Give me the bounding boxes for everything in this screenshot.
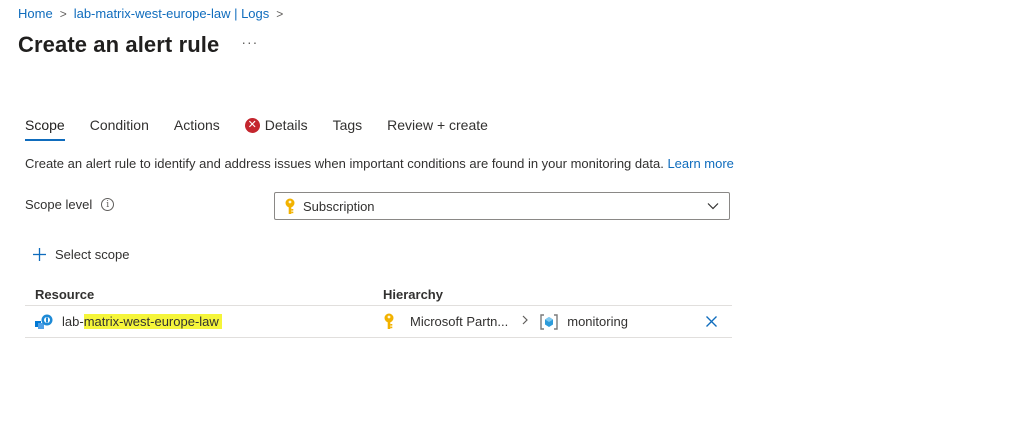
breadcrumb-separator: >	[59, 6, 67, 21]
scope-level-value: Subscription	[303, 198, 375, 214]
tab-label: Condition	[89, 117, 149, 133]
hierarchy-child: monitoring	[567, 314, 628, 329]
tab-label: Scope	[25, 117, 65, 133]
tab-tags[interactable]: Tags	[333, 117, 363, 139]
scope-level-dropdown[interactable]: Subscription	[274, 192, 730, 220]
resource-name-highlighted: matrix-west-europe-law	[83, 314, 222, 329]
resource-group-icon	[540, 313, 558, 330]
hierarchy-parent: Microsoft Partn...	[410, 314, 509, 329]
tab-details[interactable]: ✕ Details	[244, 117, 308, 139]
tab-review-create[interactable]: Review + create	[387, 117, 488, 139]
chevron-down-icon	[706, 199, 720, 216]
select-scope-button[interactable]: Select scope	[32, 247, 129, 262]
tab-label: Review + create	[387, 117, 488, 133]
column-header-hierarchy: Hierarchy	[383, 286, 443, 302]
breadcrumb-home[interactable]: Home	[18, 6, 53, 21]
resource-name-prefix: lab-	[62, 314, 84, 329]
chevron-right-icon	[520, 314, 530, 329]
scope-description: Create an alert rule to identify and add…	[25, 156, 734, 171]
tab-actions[interactable]: Actions	[174, 117, 220, 139]
plus-icon	[32, 247, 47, 262]
close-icon	[706, 316, 717, 327]
key-icon	[284, 198, 296, 215]
log-analytics-workspace-icon	[35, 314, 53, 330]
error-icon: ✕	[244, 117, 260, 133]
tab-label: Actions	[173, 117, 220, 133]
title-row: Create an alert rule ···	[18, 32, 258, 58]
scope-level-label: Scope level i	[25, 197, 115, 212]
tab-condition[interactable]: Condition	[90, 117, 149, 139]
description-text: Create an alert rule to identify and add…	[25, 156, 664, 171]
tab-label: Tags	[332, 117, 363, 133]
wizard-tabs: Scope Condition Actions ✕ Details Tags R…	[25, 117, 513, 141]
scope-level-text: Scope level	[25, 197, 93, 212]
table-row: lab-matrix-west-europe-law Microsoft Par…	[25, 306, 732, 338]
select-scope-label: Select scope	[55, 247, 130, 262]
breadcrumb-logs[interactable]: lab-matrix-west-europe-law | Logs	[74, 6, 270, 21]
info-icon[interactable]: i	[101, 198, 115, 211]
resource-table: Resource Hierarchy lab-matrix-west-europ…	[25, 283, 732, 338]
table-header: Resource Hierarchy	[25, 283, 732, 306]
breadcrumb-separator: >	[276, 6, 284, 21]
more-options-button[interactable]: ···	[241, 34, 258, 50]
alert-rule-page: Home > lab-matrix-west-europe-law | Logs…	[0, 0, 1024, 426]
column-header-resource: Resource	[35, 286, 95, 302]
tab-scope[interactable]: Scope	[25, 117, 65, 141]
resource-cell: lab-matrix-west-europe-law	[25, 314, 383, 330]
remove-resource-button[interactable]	[705, 315, 718, 328]
learn-more-link[interactable]: Learn more	[667, 156, 733, 171]
breadcrumb: Home > lab-matrix-west-europe-law | Logs…	[18, 6, 290, 21]
tab-label: Details	[264, 117, 308, 133]
key-icon	[383, 313, 395, 330]
page-title: Create an alert rule	[18, 32, 220, 57]
hierarchy-cell: Microsoft Partn... monitoring	[383, 313, 732, 330]
